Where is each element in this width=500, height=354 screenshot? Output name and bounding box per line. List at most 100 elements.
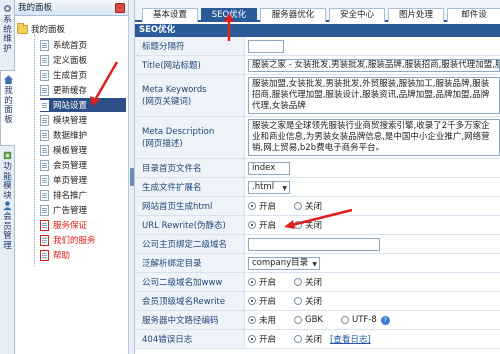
html-home-off[interactable]: 关闭 (294, 200, 322, 212)
extension-select[interactable]: .html (248, 180, 290, 194)
help-icon[interactable]: ? (380, 315, 390, 325)
vertical-tab-strip: 系统维护 我的面板 功能模块 会员管理 (0, 0, 16, 354)
tree-root[interactable]: 我的面板 (17, 22, 65, 36)
row-rewrite: URL Rewrite(伪静态) 开启 关闭 (135, 216, 500, 235)
tab-security[interactable]: 安全中心 (329, 8, 385, 22)
log404-on[interactable]: 开启 (248, 333, 276, 345)
row-main-domain: 公司主页绑定二级域名 (135, 235, 500, 254)
separator-label: 标题分隔符 (135, 37, 245, 55)
settings-tabbar: 基本设置 SEO优化 服务器优化 安全中心 图片处理 邮件设 (135, 0, 500, 22)
view-log-link[interactable]: [查看日志] (330, 333, 371, 345)
pan-dir-label: 泛解析绑定目录 (135, 254, 245, 272)
tree-connector (34, 34, 35, 266)
folder-icon (17, 22, 28, 34)
company-www-off[interactable]: 关闭 (294, 276, 322, 288)
radio-button[interactable] (341, 316, 350, 324)
index-name-input[interactable]: index (248, 161, 290, 175)
tree-item-template-manage[interactable]: 模板管理 (40, 143, 126, 157)
vtab-modules[interactable]: 功能模块 (0, 150, 15, 201)
row-extension: 生成文件扩展名 .html (135, 178, 500, 197)
row-index-name: 目录首页文件名 index (135, 159, 500, 178)
page-icon (40, 234, 49, 246)
home-icon (3, 75, 14, 85)
radio-button[interactable] (294, 316, 303, 324)
separator-input[interactable] (248, 39, 284, 53)
html-home-on[interactable]: 开启 (248, 200, 276, 212)
radio-button[interactable] (294, 297, 303, 305)
tree-item-help[interactable]: 帮助 (40, 248, 126, 262)
title-input[interactable]: 服装之家 - 女装批发,男装批发,服装品牌,服装招商,服装代理加盟,服装 (248, 58, 500, 72)
row-separator: 标题分隔符 (135, 37, 500, 56)
main-domain-label: 公司主页绑定二级域名 (135, 235, 245, 253)
page-icon (40, 159, 49, 171)
radio-button[interactable] (294, 278, 303, 286)
page-icon (40, 204, 49, 216)
tree-item-system-home[interactable]: 系统首页 (40, 38, 126, 52)
row-pan-dir: 泛解析绑定目录 company目录 (135, 254, 500, 273)
encoding-utf8[interactable]: UTF-8 (341, 315, 377, 325)
description-textarea[interactable]: 服装之家是全球领先服装行业商贸搜索引擎,收录了2千多万家企业和商业信息,为男装女… (248, 119, 500, 156)
section-title: SEO优化 (135, 24, 500, 37)
splitter-grip[interactable] (130, 168, 134, 186)
radio-button[interactable] (248, 278, 256, 286)
radio-button[interactable] (294, 202, 303, 210)
page-icon (40, 249, 49, 261)
pan-dir-select[interactable]: company目录 (248, 256, 320, 270)
page-icon (40, 69, 49, 81)
page-icon (40, 129, 49, 141)
encoding-none[interactable]: 未用 (248, 314, 276, 326)
encoding-gbk[interactable]: GBK (294, 315, 323, 325)
radio-button[interactable] (248, 202, 256, 210)
radio-button[interactable] (248, 221, 256, 229)
radio-button[interactable] (248, 335, 256, 343)
tree-item-ranking[interactable]: 排名推广 (40, 188, 126, 202)
row-404-log: 404错误日志 开启 关闭 [查看日志] (135, 330, 500, 349)
radio-button[interactable] (294, 335, 303, 343)
radio-button[interactable] (248, 316, 256, 324)
tree-item-define-panel[interactable]: 定义面板 (40, 53, 126, 67)
tree-item-service-guarantee[interactable]: 服务保证 (40, 218, 126, 232)
rewrite-label: URL Rewrite(伪静态) (135, 216, 245, 234)
vtab-members[interactable]: 会员管理 (0, 200, 15, 251)
tab-seo[interactable]: SEO优化 (201, 8, 257, 22)
tree-panel: 我的面板 我的面板 系统首页 定义面板 生成首页 更新缓存 网站设置 模块管理 … (15, 0, 129, 354)
close-icon[interactable] (115, 3, 125, 13)
tree-item-generate-home[interactable]: 生成首页 (40, 68, 126, 82)
tree-item-ads[interactable]: 广告管理 (40, 203, 126, 217)
radio-button[interactable] (294, 221, 303, 229)
row-html-home: 网站首页生成html 开启 关闭 (135, 197, 500, 216)
company-www-label: 公司二级域名加www (135, 273, 245, 291)
tree-item-our-services[interactable]: 我们的服务 (40, 233, 126, 247)
encoding-label: 服务器中文路径编码 (135, 311, 245, 329)
row-keywords: Meta Keywords (网页关键词) 服装加盟,女装批发,男装批发,外贸服装… (135, 75, 500, 117)
row-encoding: 服务器中文路径编码 未用 GBK UTF-8 ? (135, 311, 500, 330)
tree-item-update-cache[interactable]: 更新缓存 (40, 83, 126, 97)
tree-item-site-settings[interactable]: 网站设置 (40, 98, 126, 112)
vtab-my-panel[interactable]: 我的面板 (0, 70, 16, 146)
radio-button[interactable] (248, 297, 256, 305)
member-rewrite-on[interactable]: 开启 (248, 295, 276, 307)
member-rewrite-label: 会员顶级域名Rewrite (135, 292, 245, 310)
tab-mail[interactable]: 邮件设 (447, 8, 500, 22)
description-label: Meta Description (142, 126, 215, 137)
title-label: Title(网站标题) (135, 56, 245, 74)
seo-form: SEO优化 标题分隔符 Title(网站标题) 服装之家 - 女装批发,男装批发… (135, 24, 500, 354)
main-domain-input[interactable] (248, 237, 380, 251)
tree-item-single-page[interactable]: 单页管理 (40, 173, 126, 187)
rewrite-off[interactable]: 关闭 (294, 219, 322, 231)
log404-label: 404错误日志 (135, 330, 245, 348)
tree-item-module-manage[interactable]: 模块管理 (40, 113, 126, 127)
log404-off[interactable]: 关闭 (294, 333, 322, 345)
member-rewrite-off[interactable]: 关闭 (294, 295, 322, 307)
tab-basic-settings[interactable]: 基本设置 (142, 8, 198, 22)
keywords-sublabel: (网页关键词) (142, 96, 192, 107)
keywords-textarea[interactable]: 服装加盟,女装批发,男装批发,外贸服装,服装加工,服装品牌,服装招商,服装代理加… (248, 77, 500, 114)
tree-item-member-manage[interactable]: 会员管理 (40, 158, 126, 172)
rewrite-on[interactable]: 开启 (248, 219, 276, 231)
vtab-system[interactable]: 系统维护 (0, 3, 15, 54)
tab-server[interactable]: 服务器优化 (260, 8, 326, 22)
tab-image[interactable]: 图片处理 (388, 8, 444, 22)
tree-panel-title: 我的面板 (18, 3, 53, 13)
tree-item-data-maintain[interactable]: 数据维护 (40, 128, 126, 142)
company-www-on[interactable]: 开启 (248, 276, 276, 288)
